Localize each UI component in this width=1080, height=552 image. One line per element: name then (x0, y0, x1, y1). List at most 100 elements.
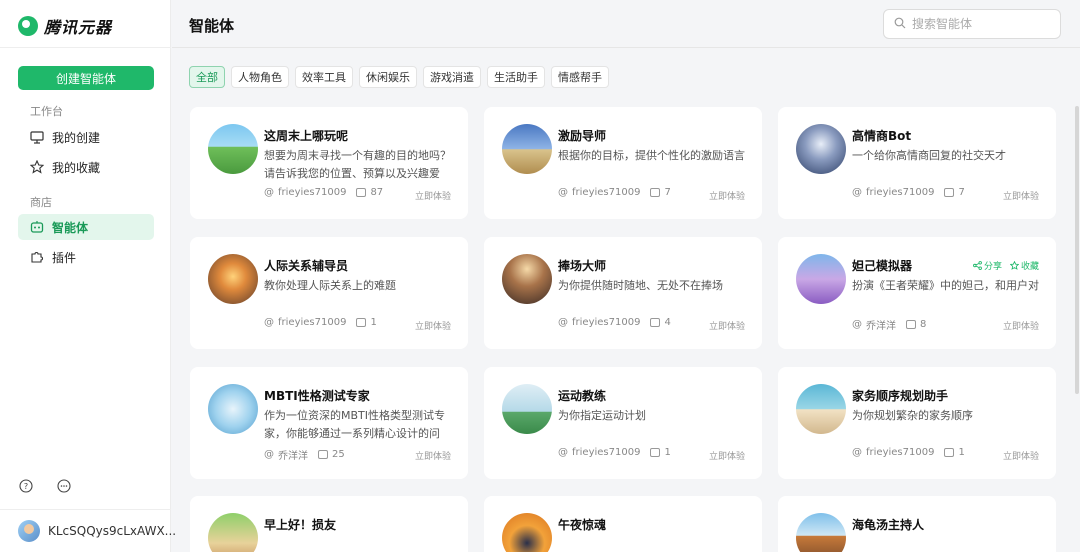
agent-title: MBTI性格测试专家 (264, 389, 370, 403)
agent-avatar (796, 384, 846, 434)
tab-productivity[interactable]: 效率工具 (295, 66, 353, 88)
tab-life-assistant[interactable]: 生活助手 (487, 66, 545, 88)
tab-games[interactable]: 游戏消遣 (423, 66, 481, 88)
sidebar-item-my-created[interactable]: 我的创建 (18, 124, 154, 150)
top-header: 智能体 (172, 0, 1080, 48)
agent-count: 1 (958, 447, 965, 458)
agent-title: 运动教练 (558, 389, 607, 403)
agent-author: frieyies71009 (278, 187, 347, 198)
agent-card[interactable]: 午夜惊魂 (484, 496, 762, 552)
message-icon (356, 188, 367, 197)
user-profile[interactable]: KLcSQQys9cLxAWX... (18, 520, 176, 542)
sidebar-footer-icons: ? (19, 479, 71, 493)
agent-title: 家务顺序规划助手 (852, 389, 949, 403)
agent-count: 8 (920, 319, 927, 330)
agent-card[interactable]: 家务顺序规划助手 为你规划繁杂的家务顺序 @ frieyies71009 1 立… (778, 367, 1056, 479)
try-now-link[interactable]: 立即体验 (1003, 449, 1039, 462)
agent-title: 妲己模拟器 (852, 259, 913, 273)
agent-card[interactable]: 这周末上哪玩呢 想要为周末寻找一个有趣的目的地吗？请告诉我您的位置、预算以及兴趣… (190, 107, 468, 219)
share-label: 分享 (983, 262, 1002, 272)
agent-title: 高情商Bot (852, 129, 912, 143)
scrollbar[interactable] (1075, 106, 1079, 394)
divider (0, 509, 171, 510)
section-label-workbench: 工作台 (30, 105, 63, 118)
agent-description: 为你提供随时随地、无处不在捧场 (558, 279, 723, 292)
sidebar-item-agents[interactable]: 智能体 (18, 214, 154, 240)
message-icon (944, 188, 955, 197)
favorite-button[interactable]: 收藏 (1009, 259, 1039, 272)
sidebar-item-label: 插件 (52, 250, 77, 265)
agent-card[interactable]: 人际关系辅导员 教你处理人际关系上的难题 @ frieyies71009 1 立… (190, 237, 468, 349)
tab-emotional-help[interactable]: 情感帮手 (551, 66, 609, 88)
help-icon[interactable]: ? (19, 479, 33, 493)
agent-card[interactable]: 高情商Bot 一个给你高情商回复的社交天才 @ frieyies71009 7 … (778, 107, 1056, 219)
try-now-link[interactable]: 立即体验 (415, 449, 451, 462)
share-button[interactable]: 分享 (973, 259, 1002, 272)
agent-description: 教你处理人际关系上的难题 (264, 279, 396, 292)
sidebar-item-plugins[interactable]: 插件 (18, 244, 154, 270)
agent-title: 午夜惊魂 (558, 518, 607, 532)
search-box[interactable] (883, 9, 1061, 39)
agent-card[interactable]: 海龟汤主持人 (778, 496, 1056, 552)
agent-avatar (796, 124, 846, 174)
at-icon: @ (264, 187, 274, 198)
try-now-link[interactable]: 立即体验 (1003, 189, 1039, 202)
sidebar: 腾讯元器 创建智能体 工作台 我的创建 我的收藏 商店 智能体 插件 ? KLc… (0, 0, 176, 552)
username: KLcSQQys9cLxAWX... (48, 524, 177, 538)
monitor-icon (30, 130, 44, 144)
app-logo[interactable]: 腾讯元器 (18, 14, 112, 38)
agent-author: 乔洋洋 (866, 321, 896, 332)
search-input[interactable] (912, 17, 1052, 31)
agent-author: frieyies71009 (572, 187, 641, 198)
tab-characters[interactable]: 人物角色 (231, 66, 289, 88)
agent-title: 捧场大师 (558, 259, 607, 273)
tab-entertainment[interactable]: 休闲娱乐 (359, 66, 417, 88)
logo-text: 腾讯元器 (44, 18, 113, 37)
agent-card[interactable]: 早上好！损友 (190, 496, 468, 552)
agent-avatar (502, 254, 552, 304)
agent-author: frieyies71009 (278, 317, 347, 328)
agent-card[interactable]: 激励导师 根据你的目标，提供个性化的激励语言 @ frieyies71009 7… (484, 107, 762, 219)
section-label-store: 商店 (30, 196, 52, 209)
agent-card[interactable]: 妲己模拟器 分享 收藏 扮演《王者荣耀》中的妲己，和用户对话 @ 乔洋洋 8 立… (778, 237, 1056, 349)
try-now-link[interactable]: 立即体验 (1003, 319, 1039, 332)
agent-avatar (502, 384, 552, 434)
agent-count: 7 (958, 187, 965, 198)
try-now-link[interactable]: 立即体验 (709, 319, 745, 332)
sidebar-item-my-favorites[interactable]: 我的收藏 (18, 154, 154, 180)
agent-description: 为你指定运动计划 (558, 409, 646, 422)
agent-title: 这周末上哪玩呢 (264, 129, 349, 143)
create-agent-button[interactable]: 创建智能体 (18, 66, 154, 90)
agent-meta: @ 乔洋洋 25 (264, 447, 345, 462)
try-now-link[interactable]: 立即体验 (415, 189, 451, 202)
agent-card[interactable]: 运动教练 为你指定运动计划 @ frieyies71009 1 立即体验 (484, 367, 762, 479)
agent-description: 作为一位资深的MBTI性格类型测试专家，你能够通过一系列精心设计的问题... (264, 409, 445, 440)
sidebar-item-label: 智能体 (52, 220, 89, 235)
agent-meta: @ frieyies71009 7 (558, 187, 671, 198)
at-icon: @ (264, 317, 274, 328)
try-now-link[interactable]: 立即体验 (709, 449, 745, 462)
agent-avatar (796, 513, 846, 552)
agent-description: 扮演《王者荣耀》中的妲己，和用户对话 (852, 279, 1039, 292)
agent-avatar (208, 384, 258, 434)
agent-meta: @ frieyies71009 7 (852, 187, 965, 198)
message-icon (356, 318, 367, 327)
sidebar-item-label: 我的收藏 (52, 160, 101, 175)
try-now-link[interactable]: 立即体验 (709, 189, 745, 202)
agent-card[interactable]: 捧场大师 为你提供随时随地、无处不在捧场 @ frieyies71009 4 立… (484, 237, 762, 349)
at-icon: @ (852, 319, 862, 330)
agent-description: 为你规划繁杂的家务顺序 (852, 409, 973, 422)
puzzle-icon (30, 250, 44, 264)
robot-icon (30, 220, 44, 234)
agent-avatar (208, 254, 258, 304)
tab-all[interactable]: 全部 (189, 66, 225, 88)
try-now-link[interactable]: 立即体验 (415, 319, 451, 332)
message-icon (650, 318, 661, 327)
at-icon: @ (558, 187, 568, 198)
agent-meta: @ frieyies71009 1 (852, 447, 965, 458)
logo-icon (18, 16, 38, 36)
feedback-icon[interactable] (57, 479, 71, 493)
agent-card[interactable]: MBTI性格测试专家 作为一位资深的MBTI性格类型测试专家，你能够通过一系列精… (190, 367, 468, 479)
at-icon: @ (558, 447, 568, 458)
search-icon (894, 17, 906, 32)
